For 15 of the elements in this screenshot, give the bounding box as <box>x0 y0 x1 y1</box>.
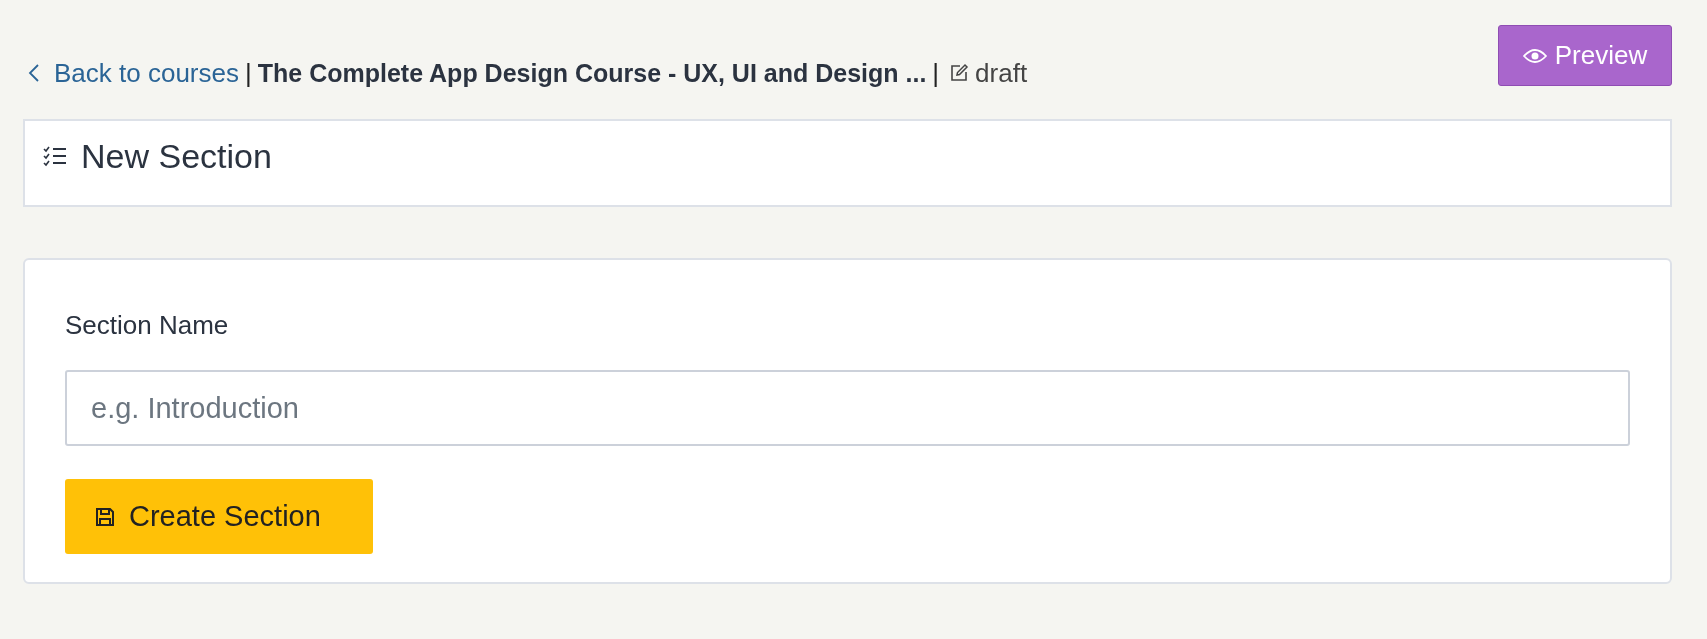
separator: | <box>932 58 940 88</box>
field-label: Section Name <box>65 310 229 342</box>
edit-icon <box>949 63 970 83</box>
section-title: New Section <box>81 136 272 176</box>
course-title: The Complete App Design Course - UX, UI and Design ... <box>257 58 927 88</box>
checklist-icon <box>43 145 67 167</box>
eye-icon <box>1522 47 1547 64</box>
save-icon <box>95 506 115 527</box>
input-field[interactable]: e.g. Introduction <box>65 370 1630 446</box>
preview-button[interactable]: Preview <box>1498 25 1672 86</box>
separator: | <box>245 58 252 88</box>
create-section-button[interactable]: Create Section <box>65 479 373 554</box>
back-link[interactable]: Back to courses <box>28 58 239 88</box>
status-text: draft <box>975 58 1028 88</box>
chevron-left-icon <box>28 63 40 83</box>
